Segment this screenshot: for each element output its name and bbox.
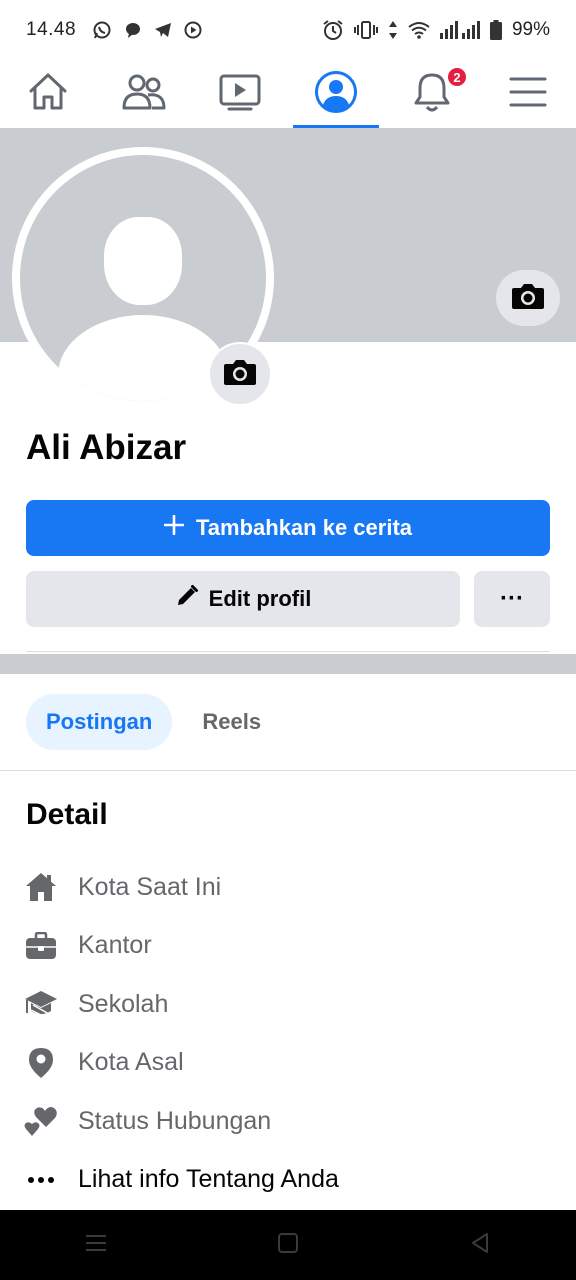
tab-profile[interactable] xyxy=(288,60,384,128)
more-options-button[interactable]: ··· xyxy=(474,571,550,627)
plus-icon xyxy=(163,514,185,541)
details-list: Kota Saat Ini Kantor Sekolah Kota Asal S… xyxy=(24,858,564,1209)
chat-icon xyxy=(124,21,142,39)
system-navigation-bar xyxy=(0,1210,576,1280)
more-dots-icon: ··· xyxy=(500,585,524,612)
play-icon xyxy=(184,21,202,39)
tab-friends[interactable] xyxy=(96,60,192,128)
top-navigation: 2 xyxy=(0,60,576,128)
menu-icon xyxy=(509,76,547,113)
profile-icon xyxy=(314,70,358,119)
detail-workplace[interactable]: Kantor xyxy=(24,917,564,976)
pencil-icon xyxy=(175,584,199,614)
avatar-placeholder-head xyxy=(104,217,182,305)
content-tabs: Postingan Reels xyxy=(26,694,281,750)
detail-relationship[interactable]: Status Hubungan xyxy=(24,1092,564,1151)
notification-badge: 2 xyxy=(446,66,468,88)
tab-video[interactable] xyxy=(192,60,288,128)
edit-profile-picture-button[interactable] xyxy=(208,342,272,406)
home-icon xyxy=(27,72,69,117)
vibrate-icon xyxy=(353,20,378,40)
detail-label: Status Hubungan xyxy=(78,1106,272,1135)
home-button[interactable] xyxy=(277,1232,299,1259)
tab-posts[interactable]: Postingan xyxy=(26,694,173,750)
detail-school[interactable]: Sekolah xyxy=(24,975,564,1034)
divider xyxy=(0,770,576,771)
add-to-story-button[interactable]: Tambahkan ke cerita xyxy=(26,500,550,556)
detail-label: Kota Asal xyxy=(78,1048,184,1077)
battery-level: 99% xyxy=(511,19,550,40)
see-about-info-link[interactable]: Lihat info Tentang Anda xyxy=(24,1151,564,1210)
detail-label: Kantor xyxy=(78,931,152,960)
tab-menu[interactable] xyxy=(480,60,576,128)
home-icon xyxy=(24,870,58,904)
detail-label: Kota Saat Ini xyxy=(78,872,222,901)
telegram-icon xyxy=(154,21,172,39)
camera-icon xyxy=(511,282,545,315)
detail-label: Lihat info Tentang Anda xyxy=(78,1165,339,1194)
more-dots-icon xyxy=(24,1163,58,1197)
wifi-icon xyxy=(408,21,430,39)
briefcase-icon xyxy=(24,929,58,963)
location-pin-icon xyxy=(24,1046,58,1080)
detail-current-city[interactable]: Kota Saat Ini xyxy=(24,858,564,917)
graduation-cap-icon xyxy=(24,987,58,1021)
data-icon xyxy=(388,20,398,40)
status-time: 14.48 xyxy=(26,19,77,40)
tab-home[interactable] xyxy=(0,60,96,128)
battery-icon xyxy=(489,20,502,40)
friends-icon xyxy=(122,73,166,116)
back-button[interactable] xyxy=(469,1232,491,1259)
edit-profile-label: Edit profil xyxy=(208,586,312,611)
tab-reels[interactable]: Reels xyxy=(182,694,281,750)
details-heading: Detail xyxy=(26,798,108,831)
status-bar: 14.48 99% xyxy=(0,0,576,60)
divider xyxy=(26,651,550,652)
section-divider xyxy=(0,654,576,674)
add-to-story-label: Tambahkan ke cerita xyxy=(195,515,413,540)
alarm-icon xyxy=(322,19,344,41)
tab-notifications[interactable]: 2 xyxy=(384,60,480,128)
profile-name: Ali Abizar xyxy=(26,428,187,467)
video-icon xyxy=(219,73,261,116)
detail-hometown[interactable]: Kota Asal xyxy=(24,1034,564,1093)
edit-profile-button[interactable]: Edit profil xyxy=(26,571,460,627)
camera-icon xyxy=(223,358,257,391)
detail-label: Sekolah xyxy=(78,989,169,1018)
avatar-placeholder-body xyxy=(58,315,228,401)
recents-button[interactable] xyxy=(85,1233,107,1258)
signal-icon xyxy=(439,21,480,39)
hearts-icon xyxy=(24,1104,58,1138)
edit-cover-photo-button[interactable] xyxy=(496,270,560,326)
whatsapp-icon xyxy=(92,20,112,40)
